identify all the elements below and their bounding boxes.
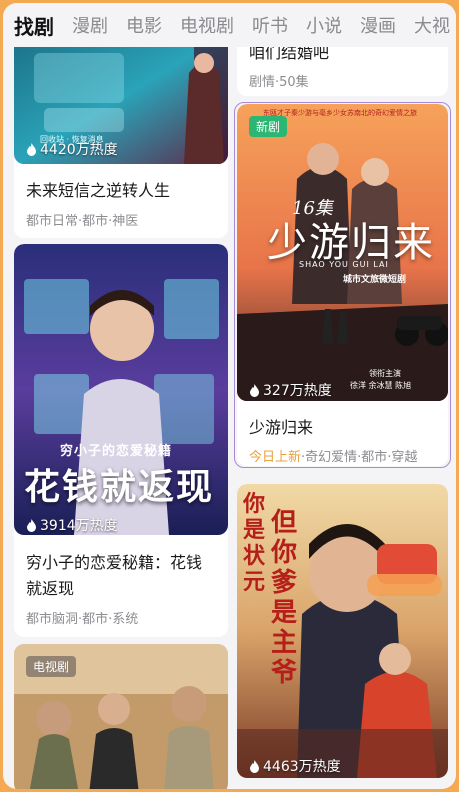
poster-subtitle: 城市文旅微短剧 (343, 275, 407, 285)
drama-card-shaoyou[interactable]: 新剧 东瓯才子秦少游与亳乡少女苏南北的奇幻爱情之旅 16集 少游归来 SHAO … (237, 104, 448, 466)
poster-title-right: 但你爹是主爷 (271, 508, 298, 688)
poster-tagline: 东瓯才子秦少游与亳乡少女苏南北的奇幻爱情之旅 (263, 109, 417, 117)
tab-find-drama[interactable]: 找剧 (14, 11, 54, 40)
flame-icon (27, 518, 36, 532)
tab-audiobook[interactable]: 听书 (252, 12, 288, 38)
category-badge: 电视剧 (26, 656, 77, 677)
tab-movie[interactable]: 电影 (126, 12, 162, 38)
heat-indicator: 327万热度 (249, 380, 332, 400)
tab-more[interactable]: 大视 (414, 12, 450, 38)
drama-tag-list: ·奇幻爱情·都市·穿越 (301, 450, 418, 465)
today-new-label: 今日上新 (249, 450, 302, 465)
drama-title-line2: 就返现 (26, 579, 75, 598)
tab-tv-series[interactable]: 电视剧 (180, 12, 234, 38)
app-frame: 找剧 漫剧 电影 电视剧 听书 小说 漫画 大视 回收站 · 恢复消息 4420… (3, 3, 456, 789)
heat-value: 4420万热度 (40, 142, 118, 158)
poster-pinyin: SHAO YOU GUI LAI (299, 260, 389, 269)
heat-indicator: 4463万热度 (249, 756, 341, 776)
drama-tags: 都市日常·都市·神医 (26, 214, 139, 229)
tab-anime-drama[interactable]: 漫剧 (72, 12, 108, 38)
heat-indicator: 3914万热度 (26, 515, 118, 535)
heat-value: 3914万热度 (40, 518, 118, 534)
drama-title-line1: 穷小子的恋爱秘籍：花钱 (26, 553, 203, 572)
drama-card-zhuangyuan[interactable]: 你是状元 但你爹是主爷 4463万热度 (237, 484, 448, 778)
new-badge: 新剧 (249, 116, 288, 137)
heat-indicator: 4420万热度 (26, 139, 118, 159)
tab-comic[interactable]: 漫画 (360, 12, 396, 38)
poster-image (237, 484, 448, 778)
flame-icon (27, 142, 36, 156)
drama-card-qiongxiaozi[interactable]: 穷小子的恋爱秘籍 花钱就返现 3914万热度 穷小子的恋爱秘籍：花钱 就返现 都… (14, 244, 228, 637)
drama-title: 未来短信之逆转人生 (26, 181, 171, 200)
drama-title: 少游归来 (249, 418, 314, 437)
poster-overline: 穷小子的恋爱秘籍 (60, 444, 173, 459)
poster-title-left: 你是状元 (243, 492, 266, 595)
drama-card-tv[interactable]: 电视剧 (14, 644, 228, 789)
drama-tags: 都市脑洞·都市·系统 (26, 612, 139, 627)
flame-icon (250, 383, 259, 397)
heat-value: 4463万热度 (263, 759, 341, 775)
poster-headline: 花钱就返现 (24, 467, 215, 508)
drama-tags: 今日上新·奇幻爱情·都市·穿越 (249, 446, 417, 465)
drama-card-weilai[interactable]: 回收站 · 恢复消息 4420万热度 未来短信之逆转人生 都市日常·都市·神医 (14, 33, 228, 238)
drama-tags: 剧情·50集 (249, 75, 309, 90)
heat-value: 327万热度 (263, 383, 332, 399)
poster-cast: 徐洋 余冰慧 陈旭 (350, 381, 412, 390)
poster-cast-label: 领衔主演 (369, 369, 401, 378)
tab-novel[interactable]: 小说 (306, 12, 342, 38)
flame-icon (250, 759, 259, 773)
category-tabs: 找剧 漫剧 电影 电视剧 听书 小说 漫画 大视 (3, 3, 456, 47)
